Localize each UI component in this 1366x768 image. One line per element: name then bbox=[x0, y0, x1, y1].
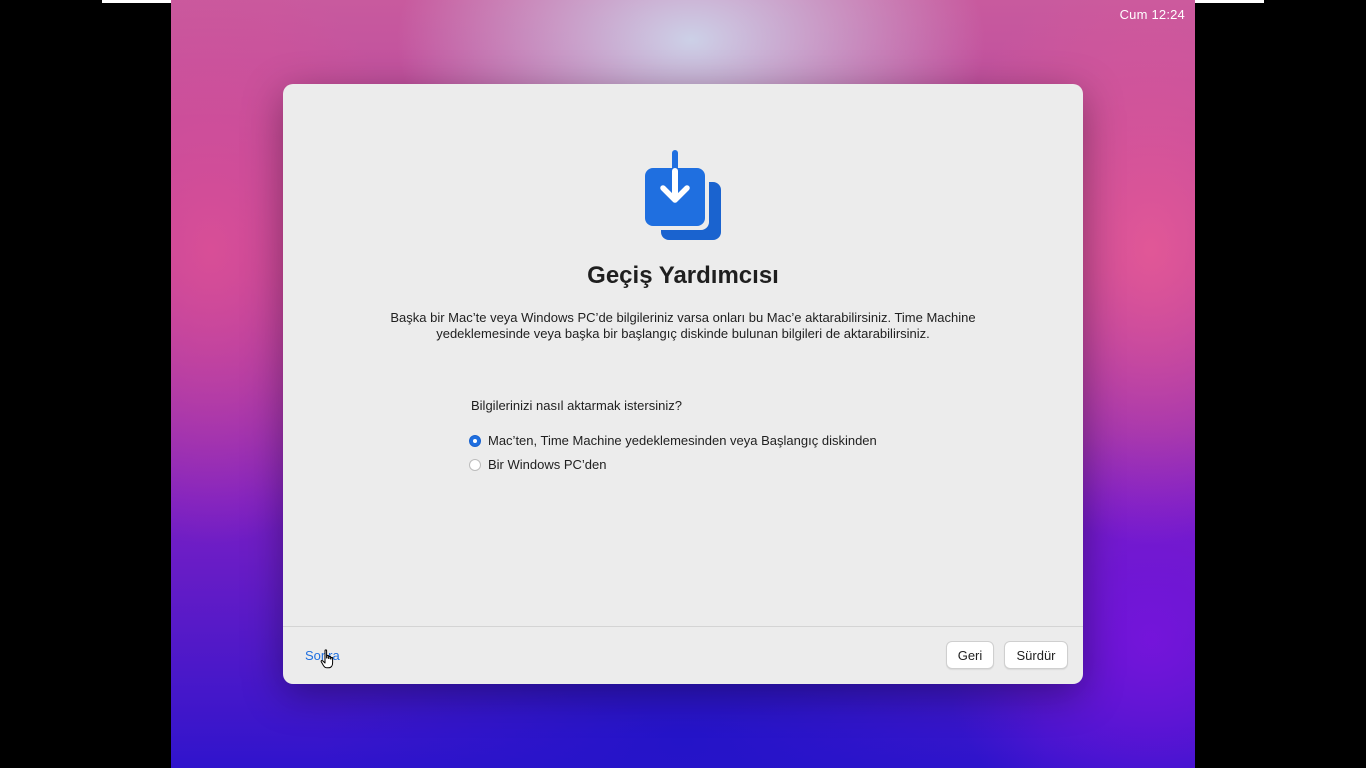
radio-option-label: Bir Windows PC’den bbox=[488, 457, 607, 472]
migration-download-icon bbox=[645, 150, 721, 240]
radio-unselected-icon[interactable] bbox=[469, 458, 481, 471]
description-line-2: yedeklemesinde veya başka bir başlangıç … bbox=[436, 326, 930, 341]
back-button[interactable]: Geri bbox=[946, 641, 994, 669]
radio-option-label: Mac’ten, Time Machine yedeklemesinden ve… bbox=[488, 433, 877, 448]
transfer-question: Bilgilerinizi nasıl aktarmak istersiniz? bbox=[471, 398, 682, 413]
menubar-clock: Cum 12:24 bbox=[1119, 7, 1185, 22]
hand-pointer-cursor-icon bbox=[320, 649, 334, 669]
radio-option-from-windows[interactable]: Bir Windows PC’den bbox=[469, 457, 607, 472]
radio-selected-icon[interactable] bbox=[469, 434, 481, 447]
description-line-1: Başka bir Mac’te veya Windows PC’de bilg… bbox=[390, 310, 976, 325]
migration-assistant-dialog: Geçiş Yardımcısı Başka bir Mac’te veya W… bbox=[283, 84, 1083, 684]
dialog-description: Başka bir Mac’te veya Windows PC’de bilg… bbox=[363, 310, 1003, 342]
continue-button[interactable]: Sürdür bbox=[1004, 641, 1068, 669]
dialog-title: Geçiş Yardımcısı bbox=[587, 262, 779, 289]
radio-option-from-mac[interactable]: Mac’ten, Time Machine yedeklemesinden ve… bbox=[469, 433, 877, 448]
footer-divider bbox=[283, 626, 1083, 627]
